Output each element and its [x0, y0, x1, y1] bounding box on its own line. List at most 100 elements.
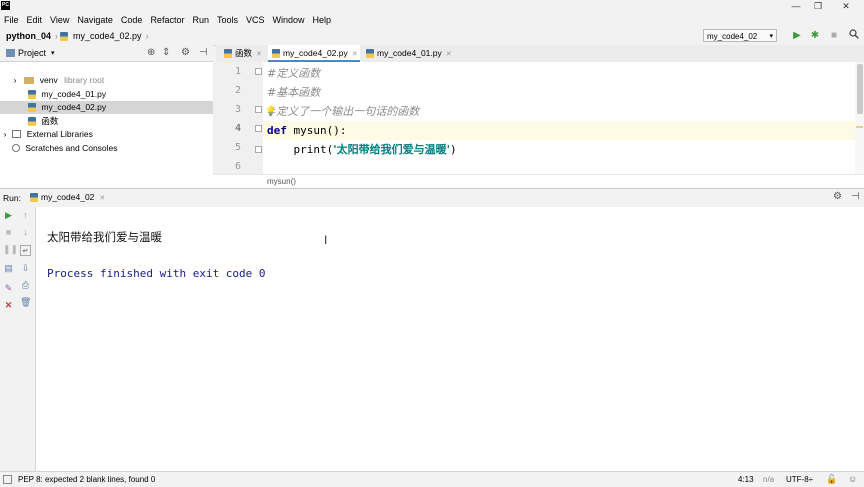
status-message[interactable]: PEP 8: expected 2 blank lines, found 0 — [18, 472, 155, 487]
close-icon[interactable]: ✕ — [99, 195, 105, 202]
fold-icon[interactable] — [255, 68, 262, 75]
collapse-all-icon[interactable]: ⇕ — [162, 47, 170, 58]
close-icon[interactable]: ✕ — [256, 51, 262, 58]
nav-file[interactable]: my_code4_02.py — [71, 31, 144, 41]
gear-icon[interactable]: ⚙ — [833, 191, 842, 202]
stop-icon[interactable]: ■ — [3, 227, 14, 238]
menu-view[interactable]: View — [46, 15, 73, 25]
project-tree: › venv library root my_code4_01.py my_co… — [0, 62, 213, 188]
soft-wrap-icon[interactable]: ↵ — [20, 245, 31, 256]
nav-separator-end: › — [145, 31, 149, 41]
folder-icon — [24, 77, 35, 84]
console-line-exit: Process finished with exit code 0 — [47, 267, 266, 280]
code-line[interactable] — [267, 159, 855, 174]
minimize-button[interactable]: — — [786, 0, 806, 12]
code-line-current[interactable]: def mysun(): — [263, 121, 855, 140]
console-line: 太阳带给我们爱与温暖 — [47, 230, 162, 244]
tab-label: 函数 — [235, 48, 253, 58]
text-cursor-icon: I — [324, 233, 328, 247]
line-separator[interactable]: n/a — [763, 472, 774, 487]
gear-icon[interactable]: ⚙ — [181, 47, 190, 58]
code-line[interactable]: #定义函数 — [267, 64, 855, 83]
locate-icon[interactable]: ⊕ — [147, 47, 155, 58]
menu-run[interactable]: Run — [188, 15, 213, 25]
tab-label: my_code4_02.py — [283, 48, 348, 58]
code-line[interactable]: #基本函数 — [267, 83, 855, 102]
pin-icon[interactable]: ✎ — [3, 283, 14, 294]
project-panel-title[interactable]: Project — [18, 48, 46, 58]
code-string: '太阳带给我们爱与温暖' — [333, 143, 450, 156]
tree-item-label: Scratches and Consoles — [25, 143, 118, 153]
library-icon — [12, 130, 22, 138]
editor-scrollbar[interactable] — [855, 62, 864, 174]
print-icon[interactable]: ⎙ — [20, 280, 31, 291]
tree-item-label: my_code4_01.py — [41, 89, 107, 99]
close-icon[interactable]: ✕ — [446, 51, 452, 58]
menu-window[interactable]: Window — [269, 15, 309, 25]
breadcrumb-function[interactable]: mysun() — [267, 177, 296, 186]
menu-tools[interactable]: Tools — [213, 15, 242, 25]
tree-item-hanshu[interactable]: 函数 — [0, 115, 213, 128]
chevron-down-icon[interactable]: ▾ — [51, 49, 55, 57]
debug-icon[interactable]: ✱ — [808, 29, 822, 42]
pause-icon[interactable]: ❚❚ — [3, 244, 18, 255]
tree-item-scratches[interactable]: Scratches and Consoles — [0, 142, 213, 155]
menu-refactor[interactable]: Refactor — [146, 15, 188, 25]
code-line[interactable]: #定义了一个输出一句话的函数 — [267, 102, 855, 121]
menu-file[interactable]: File — [0, 15, 23, 25]
inspector-icon[interactable]: ☺ — [848, 472, 857, 487]
fold-icon[interactable] — [255, 125, 262, 132]
restore-layout-icon[interactable]: ▤ — [3, 263, 14, 274]
project-panel-header: Project ▾ ⊕ ⇕ ⚙ ⊣ — [0, 45, 213, 62]
run-tab[interactable]: my_code4_02 ✕ — [30, 192, 105, 202]
tree-item-my-code4-01[interactable]: my_code4_01.py — [0, 88, 213, 101]
tree-item-venv[interactable]: › venv library root — [0, 74, 213, 87]
close-icon[interactable]: ✕ — [3, 300, 14, 311]
caret-position[interactable]: 4:13 — [738, 472, 754, 487]
nav-project[interactable]: python_04 — [4, 31, 53, 41]
close-window-button[interactable]: ✕ — [836, 0, 856, 12]
menu-edit[interactable]: Edit — [23, 15, 47, 25]
code-editor[interactable]: #定义函数 #基本函数 #定义了一个输出一句话的函数 def mysun(): … — [263, 62, 855, 174]
fold-icon[interactable] — [255, 106, 262, 113]
rerun-icon[interactable]: ▶ — [3, 210, 14, 221]
search-icon[interactable] — [847, 29, 861, 42]
trash-icon[interactable]: 🗑 — [20, 297, 31, 308]
hide-panel-icon[interactable]: ⊣ — [851, 191, 860, 202]
tree-item-external-libraries[interactable]: › External Libraries — [0, 128, 213, 141]
chevron-right-icon[interactable]: › — [0, 128, 10, 141]
run-toolbar-secondary: ↑ ↓ ↵ ⇩ ⎙ 🗑 — [17, 207, 36, 471]
arrow-up-icon[interactable]: ↑ — [20, 210, 31, 221]
library-root-label: library root — [64, 75, 105, 85]
chevron-right-icon[interactable]: › — [8, 74, 22, 87]
file-encoding[interactable]: UTF-8÷ — [786, 472, 813, 487]
status-toggle-icon[interactable] — [3, 475, 12, 484]
scrollbar-thumb[interactable] — [857, 64, 863, 114]
menu-vcs[interactable]: VCS — [242, 15, 269, 25]
run-configuration-select[interactable]: my_code4_02 ▾ — [703, 29, 777, 42]
code-comment: #基本函数 — [267, 86, 321, 99]
maximize-button[interactable]: ❐ — [808, 0, 828, 12]
menu-help[interactable]: Help — [309, 15, 336, 25]
arrow-down-icon[interactable]: ↓ — [20, 227, 31, 238]
tab-my-code4-02[interactable]: my_code4_02.py ✕ — [268, 45, 360, 62]
code-line[interactable]: print('太阳带给我们爱与温暖') — [267, 140, 855, 159]
code-text: ) — [449, 143, 457, 156]
line-number: 4 — [234, 123, 241, 134]
tree-item-label: my_code4_02.py — [41, 102, 107, 112]
menu-navigate[interactable]: Navigate — [73, 15, 117, 25]
tab-my-code4-01[interactable]: my_code4_01.py ✕ — [362, 45, 454, 62]
tab-hanshu[interactable]: 函数 ✕ — [220, 45, 266, 62]
hide-panel-icon[interactable]: ⊣ — [199, 47, 208, 58]
scroll-to-end-icon[interactable]: ⇩ — [20, 263, 31, 274]
run-icon[interactable]: ▶ — [790, 29, 804, 42]
close-icon[interactable]: ✕ — [352, 51, 358, 58]
intention-bulb-icon[interactable]: 💡 — [265, 106, 276, 117]
menu-code[interactable]: Code — [117, 15, 147, 25]
fold-icon[interactable] — [255, 146, 262, 153]
tree-item-my-code4-02[interactable]: my_code4_02.py — [0, 101, 213, 114]
lock-icon[interactable]: 🔓 — [826, 472, 837, 487]
stop-icon[interactable]: ■ — [827, 29, 841, 42]
editor-tab-bar: 函数 ✕ my_code4_02.py ✕ my_code4_01.py ✕ — [216, 45, 864, 63]
console-output[interactable]: 太阳带给我们爱与温暖 Process finished with exit co… — [36, 207, 864, 471]
